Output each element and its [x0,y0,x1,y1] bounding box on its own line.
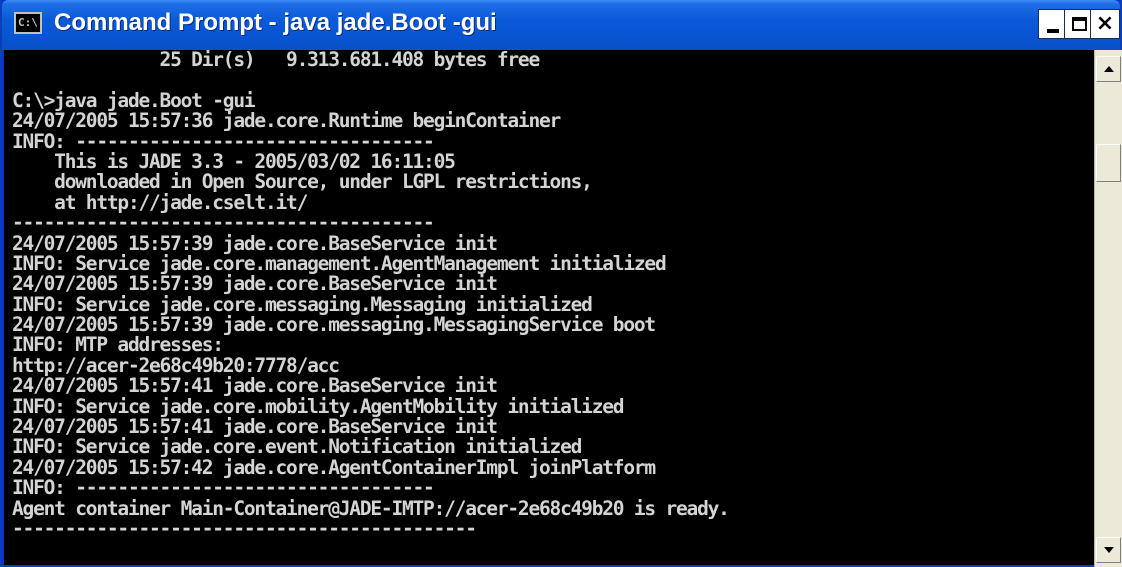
console-line: INFO: Service jade.core.mobility.AgentMo… [12,394,625,418]
console-line: 24/07/2005 15:57:39 jade.core.BaseServic… [12,231,498,255]
console-line: at http://jade.cselt.it/ [12,190,308,214]
console-text-area: 25 Dir(s) 9.313.681.408 bytes free C:\>ja… [12,50,730,560]
console-line: 24/07/2005 15:57:39 jade.core.BaseServic… [12,272,498,296]
console-line: 24/07/2005 15:57:36 jade.core.Runtime be… [12,109,561,133]
close-button[interactable]: × [1090,9,1120,39]
console-line: This is JADE 3.3 - 2005/03/02 16:11:05 [12,149,456,173]
console-line: INFO: MTP addresses: [12,333,224,357]
console-line: 24/07/2005 15:57:42 jade.core.AgentConta… [12,455,656,479]
console-line: downloaded in Open Source, under LGPL re… [12,170,593,194]
console-line: C:\>java jade.Boot -gui [12,88,256,112]
vertical-scrollbar[interactable] [1094,50,1122,567]
window-title: Command Prompt - java jade.Boot -gui [54,9,497,36]
console-line: 24/07/2005 15:57:41 jade.core.BaseServic… [12,374,498,398]
console-line: http://acer-2e68c49b20:7778/acc [12,353,340,377]
minimize-icon [1047,29,1059,33]
scroll-down-button[interactable] [1096,537,1121,563]
console-line: ---------------------------------------- [12,211,435,235]
title-bar[interactable]: C:\ Command Prompt - java jade.Boot -gui… [2,0,1120,50]
console-line: 25 Dir(s) 9.313.681.408 bytes free [12,50,541,71]
console-line: INFO: ---------------------------------- [12,129,435,153]
arrow-down-icon [1103,547,1114,553]
console-line: INFO: Service jade.core.management.Agent… [12,251,667,275]
console-line: 24/07/2005 15:57:39 jade.core.messaging.… [12,313,656,337]
command-prompt-window: C:\ Command Prompt - java jade.Boot -gui… [0,0,1122,567]
console-line: INFO: ---------------------------------- [12,476,435,500]
arrow-up-icon [1103,66,1114,72]
console-line: Agent container Main-Container@JADE-IMTP… [12,496,730,520]
maximize-icon [1071,17,1087,31]
close-icon: × [1095,11,1115,36]
scrollbar-thumb[interactable] [1096,144,1121,182]
console-line: INFO: Service jade.core.messaging.Messag… [12,292,593,316]
console-line: 24/07/2005 15:57:41 jade.core.BaseServic… [12,415,498,439]
console-line: ----------------------------------------… [12,516,477,540]
console-line: INFO: Service jade.core.event.Notificati… [12,435,582,459]
console-icon[interactable]: C:\ [14,12,42,34]
scroll-up-button[interactable] [1096,56,1121,82]
console-output[interactable]: 25 Dir(s) 9.313.681.408 bytes free C:\>ja… [4,50,1094,565]
